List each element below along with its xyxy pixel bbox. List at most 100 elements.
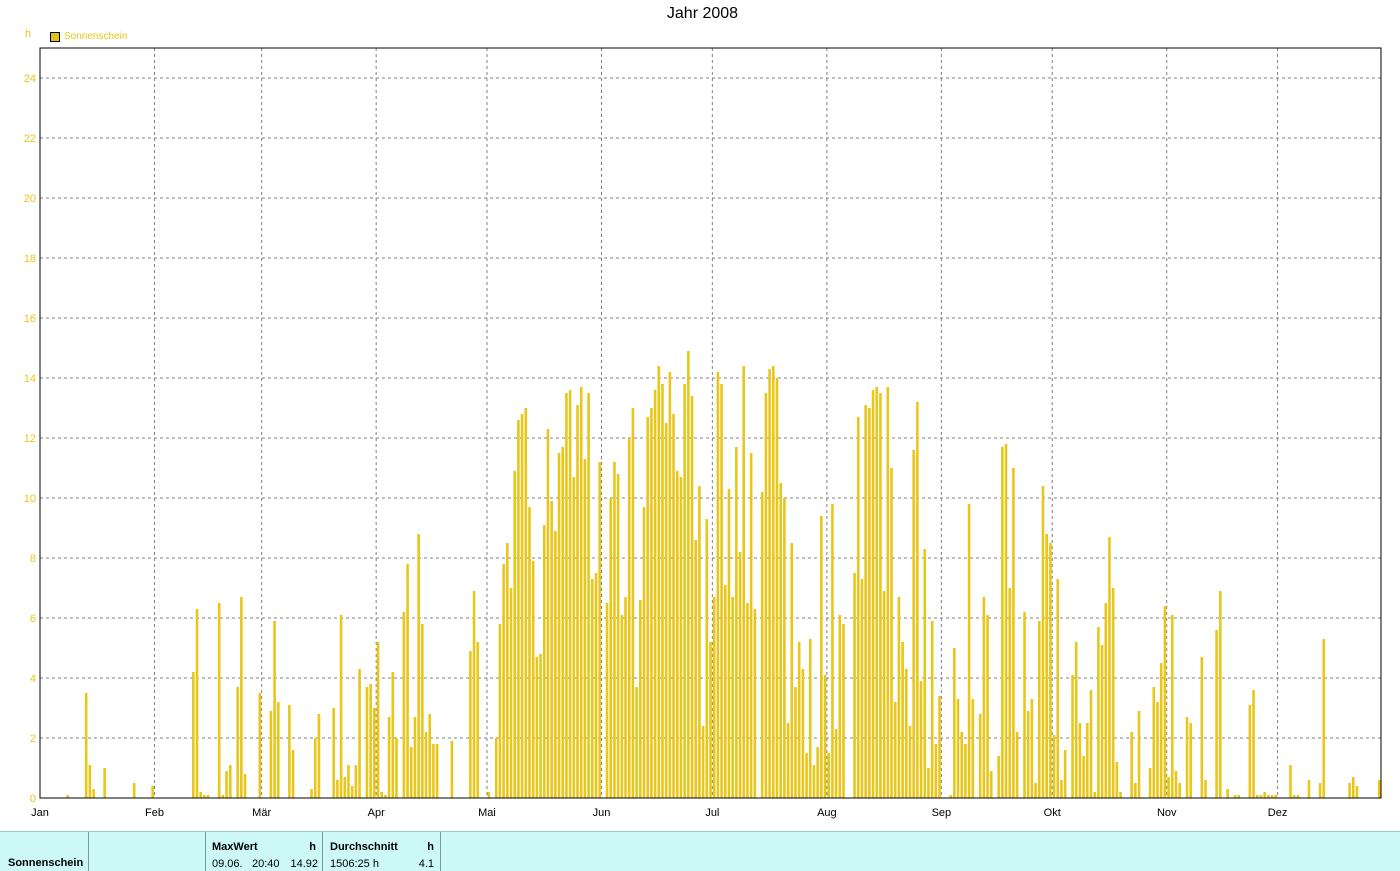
bar <box>1119 792 1122 798</box>
bar <box>735 447 738 798</box>
bar <box>332 708 335 798</box>
bar <box>967 504 971 798</box>
y-axis-label: h <box>25 28 31 40</box>
bar <box>494 738 498 798</box>
bar <box>971 699 975 798</box>
bar <box>768 369 771 798</box>
bar <box>1134 783 1137 798</box>
bar <box>132 783 136 798</box>
y-tick-label: 24 <box>24 73 36 85</box>
bar <box>103 768 106 798</box>
bar <box>240 597 243 798</box>
bar <box>868 408 871 798</box>
bar <box>1037 621 1041 798</box>
bar <box>927 768 930 798</box>
bar <box>269 711 273 798</box>
bar <box>775 378 779 798</box>
bar <box>1174 771 1178 798</box>
bar <box>749 453 753 798</box>
bar <box>1167 777 1170 798</box>
bar <box>469 651 472 798</box>
bar <box>609 498 613 798</box>
bar <box>709 642 712 798</box>
avg-value: 4.1 <box>418 858 434 870</box>
bar <box>583 459 587 798</box>
bar <box>1355 786 1359 798</box>
bar <box>616 474 620 798</box>
y-tick-labels: 024681012141618202224 <box>24 73 36 805</box>
bar <box>528 507 531 798</box>
x-tick-label: Okt <box>1044 807 1061 819</box>
bar <box>561 447 565 798</box>
max-header: MaxWert <box>212 841 258 853</box>
bar <box>989 771 993 798</box>
bar <box>613 462 616 798</box>
bar <box>882 591 886 798</box>
bar <box>1215 630 1218 798</box>
bar <box>982 597 986 798</box>
bar <box>712 597 716 798</box>
bar <box>1189 723 1193 798</box>
bar <box>450 741 454 798</box>
bar <box>853 573 856 798</box>
bar <box>195 609 199 798</box>
bar <box>801 669 805 798</box>
bar <box>805 753 808 798</box>
bar <box>354 765 358 798</box>
bar <box>1152 687 1156 798</box>
bar <box>938 696 941 798</box>
stats-table: Sonnenschein MaxWert h 09.06. 20:40 14.9… <box>0 831 1400 871</box>
y-tick-label: 6 <box>30 613 36 625</box>
bar <box>1163 606 1167 798</box>
bar <box>631 408 635 798</box>
bar <box>84 693 88 798</box>
bar <box>192 672 195 798</box>
bar <box>823 675 827 798</box>
bar <box>502 564 505 798</box>
bar <box>402 612 406 798</box>
bar <box>746 603 749 798</box>
bar <box>605 603 609 798</box>
bar <box>539 654 542 798</box>
bar <box>1156 702 1159 798</box>
bar <box>1052 735 1056 798</box>
bar <box>531 561 535 798</box>
bar <box>428 714 432 798</box>
bar <box>834 729 838 798</box>
bar <box>1352 777 1355 798</box>
bar <box>675 471 679 798</box>
bar <box>1023 612 1026 798</box>
x-tick-label: Jun <box>593 807 611 819</box>
max-time: 20:40 <box>252 858 280 870</box>
bar <box>88 765 92 798</box>
y-tick-label: 4 <box>30 673 36 685</box>
bar <box>579 387 583 798</box>
bar <box>1041 486 1045 798</box>
bar <box>587 393 590 798</box>
bar <box>871 390 875 798</box>
bar <box>358 669 361 798</box>
y-tick-label: 0 <box>30 793 36 805</box>
bar <box>365 687 369 798</box>
bar <box>380 792 384 798</box>
bar <box>1034 783 1037 798</box>
bar <box>1015 732 1019 798</box>
bar <box>350 786 354 798</box>
x-tick-label: Mär <box>252 807 271 819</box>
bar <box>1108 537 1111 798</box>
bar <box>827 753 831 798</box>
bar <box>1170 615 1174 798</box>
bar <box>923 549 927 798</box>
bar <box>842 624 845 798</box>
stats-row-label: Sonnenschein <box>8 857 84 869</box>
bar <box>1204 780 1207 798</box>
bar <box>642 507 646 798</box>
x-tick-label: Feb <box>145 807 164 819</box>
bar <box>1063 750 1067 798</box>
bars <box>66 351 1381 798</box>
y-tick-label: 22 <box>24 133 36 145</box>
bar <box>258 693 262 798</box>
bar <box>661 384 664 798</box>
bar <box>387 717 391 798</box>
bar <box>498 624 502 798</box>
